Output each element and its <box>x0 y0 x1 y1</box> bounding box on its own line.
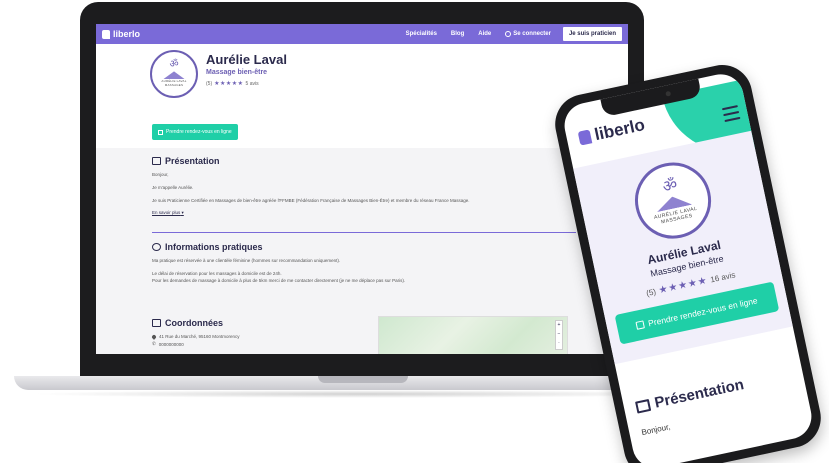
mobile-avatar: ॐ AURÉLIE LAVAL MASSAGES <box>627 155 719 246</box>
info-line-1: Ma pratique est réservée à une clientèle… <box>152 258 341 263</box>
om-icon: ॐ <box>169 59 179 71</box>
desktop-navbar: liberlo Spécialités Blog Aide Se connect… <box>96 24 628 44</box>
desktop-presentation-section: Présentation Bonjour, Je m'appelle Aurél… <box>152 156 576 216</box>
info-line-3: Pour les demandes de massage à domicile … <box>152 277 406 283</box>
mobile-logo[interactable]: liberlo <box>577 115 647 148</box>
desktop-stars-icon: ★★★★★ <box>214 81 244 87</box>
laptop-shadow <box>30 390 696 398</box>
logo-mark-icon <box>102 29 110 39</box>
chevron-down-icon: ▾ <box>181 210 184 216</box>
read-more-label: En savoir plus <box>152 210 181 216</box>
info-line-2: Le délai de réservation pour les massage… <box>152 270 282 276</box>
map-zoom-controls[interactable]: + − · <box>555 320 563 350</box>
calendar-icon <box>158 129 163 135</box>
location-map[interactable]: + − · <box>378 316 568 354</box>
desktop-logo-text: liberlo <box>113 29 141 39</box>
presentation-heading: Présentation <box>152 156 576 166</box>
desktop-rating-count: (5) <box>206 80 213 87</box>
nav-link-aide[interactable]: Aide <box>478 31 491 37</box>
info-icon <box>152 243 161 251</box>
desktop-info-section: Informations pratiques Ma pratique est r… <box>152 242 576 284</box>
presentation-greeting: Bonjour, <box>152 172 169 177</box>
phone-device: liberlo ॐ AURÉLIE LAVAL MASSAGES Aurélie… <box>549 59 827 463</box>
desktop-logo[interactable]: liberlo <box>102 29 140 39</box>
mobile-om-icon: ॐ <box>661 176 679 197</box>
phone-icon: ✆ <box>152 341 156 346</box>
mobile-calendar-icon <box>635 320 646 330</box>
pro-button[interactable]: Je suis praticien <box>562 27 622 41</box>
mobile-presentation-title: Présentation <box>653 376 746 412</box>
building-icon <box>152 319 161 327</box>
mobile-reviews: 16 avis <box>709 270 737 285</box>
open-book-icon <box>163 71 185 80</box>
desktop-reviews: 5 avis <box>245 80 259 87</box>
laptop-screen: liberlo Spécialités Blog Aide Se connect… <box>96 24 628 354</box>
location-pin-icon <box>151 333 157 340</box>
presentation-icon <box>152 157 161 165</box>
desktop-avatar-caption: AURÉLIE LAVAL MASSAGES <box>161 79 187 87</box>
contact-title: Coordonnées <box>165 318 224 328</box>
desktop-specialty: Massage bien-être <box>206 69 268 76</box>
mobile-book-label: Prendre rendez-vous en ligne <box>647 295 759 329</box>
phone-screen: liberlo ॐ AURÉLIE LAVAL MASSAGES Aurélie… <box>560 70 816 463</box>
hamburger-menu-icon[interactable] <box>721 105 741 126</box>
section-divider <box>152 232 576 233</box>
mobile-logo-text: liberlo <box>592 115 647 145</box>
mobile-stars-icon: ★★★★★ <box>657 275 709 297</box>
mobile-rating-count: (5) <box>645 287 657 299</box>
desktop-rating[interactable]: (5) ★★★★★ 5 avis <box>206 80 259 88</box>
desktop-book-label: Prendre rendez-vous en ligne <box>166 129 232 135</box>
presentation-body: Je suis Praticienne Certifiée en Massage… <box>152 197 470 203</box>
presentation-title: Présentation <box>165 156 220 166</box>
desktop-avatar: ॐ AURÉLIE LAVAL MASSAGES <box>150 50 198 98</box>
mobile-presentation-heading: Présentation <box>634 376 745 415</box>
desktop-book-button[interactable]: Prendre rendez-vous en ligne <box>152 124 238 140</box>
desktop-profile-header: ॐ AURÉLIE LAVAL MASSAGES Aurélie Laval M… <box>96 44 628 148</box>
info-heading: Informations pratiques <box>152 242 576 252</box>
nav-link-specialites[interactable]: Spécialités <box>406 31 437 37</box>
presentation-intro: Je m'appelle Aurélie. <box>152 184 194 190</box>
contact-phone-text: 0000000000 <box>158 341 184 347</box>
nav-link-blog[interactable]: Blog <box>451 31 464 37</box>
contact-address-text: 41 Rue du Marché, 95160 Montmorency <box>159 334 240 339</box>
user-icon <box>505 31 512 37</box>
read-more-link[interactable]: En savoir plus ▾ <box>152 210 576 216</box>
info-title: Informations pratiques <box>165 242 263 252</box>
mobile-greeting: Bonjour, <box>640 422 672 438</box>
mobile-logo-mark-icon <box>577 129 593 146</box>
nav-login-link[interactable]: Se connecter <box>505 31 551 37</box>
mobile-presentation-icon <box>634 398 652 414</box>
desktop-practitioner-name: Aurélie Laval <box>206 52 287 67</box>
nav-login-label: Se connecter <box>513 31 551 37</box>
camera-icon <box>665 90 672 97</box>
laptop-notch <box>318 376 408 383</box>
